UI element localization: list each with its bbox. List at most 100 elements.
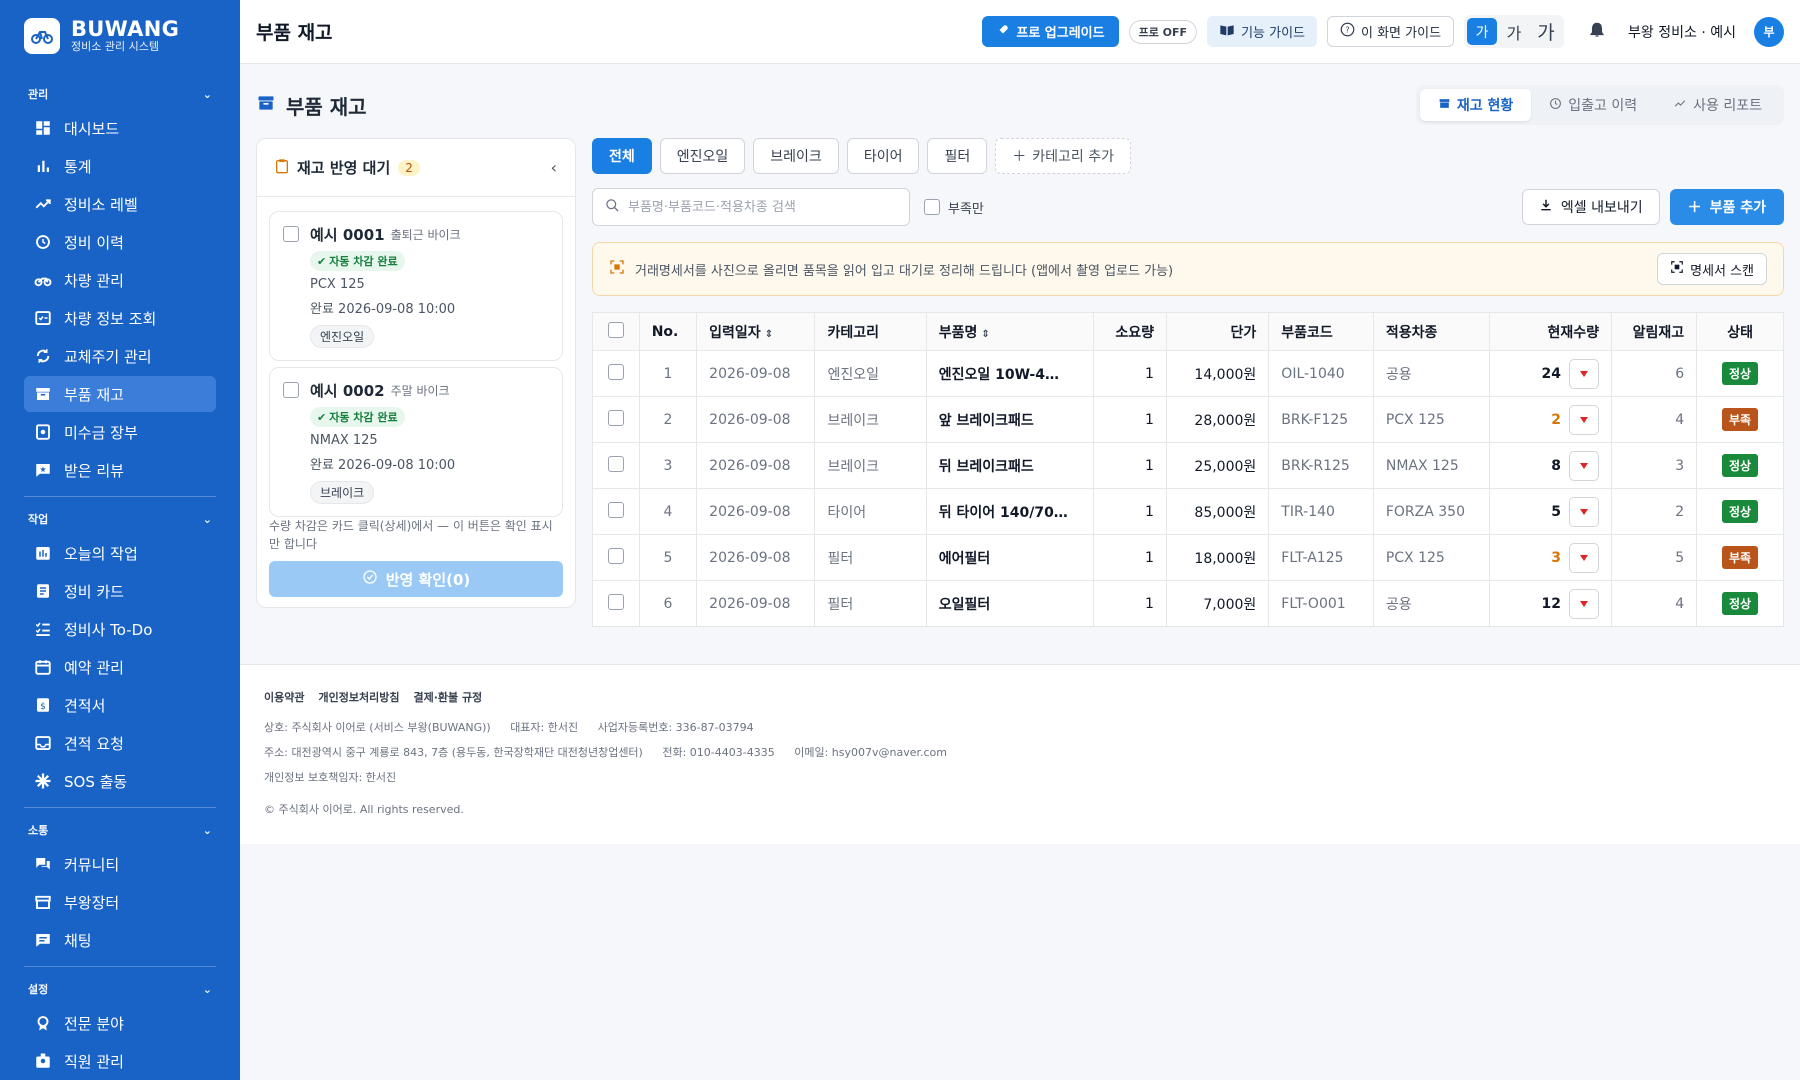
sidebar-item[interactable]: 정비사 To-Do xyxy=(24,611,216,647)
row-checkbox[interactable] xyxy=(607,409,624,426)
sidebar-item[interactable]: 교체주기 관리 xyxy=(24,338,216,374)
nav-section-header[interactable]: 설정 ⌄ xyxy=(0,975,240,1003)
sidebar-item[interactable]: 정비 이력 xyxy=(24,224,216,260)
category-tab-brake[interactable]: 브레이크 xyxy=(753,138,839,174)
feature-guide-button[interactable]: 기능 가이드 xyxy=(1207,16,1317,47)
table-row[interactable]: 4 2026-09-08 타이어 뒤 타이어 140/70… 1 85,000원 TIR-1… xyxy=(592,488,1784,535)
cell-part-name[interactable]: 에어필터 xyxy=(925,534,1094,581)
inventory-table: No. 입력일자 ⇕ 카테고리 부품명 ⇕ 소요량 단가 부품코드 적용차종 현재수… xyxy=(592,312,1784,627)
pending-card-checkbox[interactable] xyxy=(283,382,299,398)
footer-address: 주소: 대전광역시 중구 계룡로 843, 7층 (용두동, 한국장학재단 대전… xyxy=(264,746,643,759)
svg-text:?: ? xyxy=(1345,25,1349,35)
sidebar-item[interactable]: SOS 출동 xyxy=(24,763,216,799)
inventory-icon xyxy=(1438,97,1451,114)
pro-upgrade-button[interactable]: 프로 업그레이드 xyxy=(982,16,1119,47)
footer-company-info: 상호: 주식회사 이어로 (서비스 부왕(BUWANG)) 대표자: 한서진 사… xyxy=(264,719,1776,735)
sidebar-item[interactable]: 예약 관리 xyxy=(24,649,216,685)
sidebar-item[interactable]: 부왕장터 xyxy=(24,884,216,920)
sidebar-item[interactable]: $ 견적서 xyxy=(24,687,216,723)
sidebar-item[interactable]: 오늘의 작업 xyxy=(24,535,216,571)
screen-guide-button[interactable]: ? 이 화면 가이드 xyxy=(1327,16,1455,47)
scan-statement-button[interactable]: 명세서 스캔 xyxy=(1657,253,1767,285)
footer-link-privacy[interactable]: 개인정보처리방침 xyxy=(318,689,399,705)
tab-stock-status[interactable]: 재고 현황 xyxy=(1419,89,1532,121)
nav-section-header[interactable]: 소통 ⌄ xyxy=(0,816,240,844)
qty-dropdown-button[interactable] xyxy=(1569,542,1600,573)
table-row[interactable]: 5 2026-09-08 필터 에어필터 1 18,000원 FLT-A125 PCX 125… xyxy=(592,534,1784,581)
category-tab-filter[interactable]: 필터 xyxy=(927,138,988,174)
qty-dropdown-button[interactable] xyxy=(1569,588,1600,619)
select-all-checkbox[interactable] xyxy=(607,321,624,338)
nav-section-header[interactable]: 작업 ⌄ xyxy=(0,505,240,533)
sidebar-item[interactable]: 정비 카드 xyxy=(24,573,216,609)
font-size-medium[interactable]: 가 xyxy=(1499,18,1529,45)
row-checkbox[interactable] xyxy=(607,501,624,518)
sidebar-item[interactable]: 대시보드 xyxy=(24,110,216,146)
pending-card-done: 완료 2026-09-08 10:00 xyxy=(310,302,456,317)
qty-dropdown-button[interactable] xyxy=(1569,496,1600,527)
row-checkbox[interactable] xyxy=(607,363,624,380)
sidebar-item[interactable]: 통계 xyxy=(24,148,216,184)
font-size-small[interactable]: 가 xyxy=(1467,18,1498,45)
footer-link-refund[interactable]: 결제·환불 규정 xyxy=(413,689,482,705)
cell-part-name[interactable]: 뒤 타이어 140/70… xyxy=(925,488,1094,535)
row-checkbox[interactable] xyxy=(607,547,624,564)
user-name[interactable]: 부왕 정비소 · 예시 xyxy=(1628,22,1736,42)
sidebar-item[interactable]: 전문 분야 xyxy=(24,1005,216,1041)
col-date[interactable]: 입력일자 ⇕ xyxy=(696,312,816,351)
col-name[interactable]: 부품명 ⇕ xyxy=(925,312,1094,351)
sidebar-item[interactable]: 미수금 장부 xyxy=(24,414,216,450)
row-checkbox[interactable] xyxy=(607,455,624,472)
category-tab-tire[interactable]: 타이어 xyxy=(846,138,920,174)
tab-usage-report[interactable]: 사용 리포트 xyxy=(1655,89,1780,121)
sidebar-item[interactable]: 채팅 xyxy=(24,922,216,958)
cell-part-name[interactable]: 뒤 브레이크패드 xyxy=(925,442,1094,489)
table-row[interactable]: 1 2026-09-08 엔진오일 엔진오일 10W-4… 1 14,000원 OIL-10… xyxy=(592,350,1784,397)
cell-code: FLT-O001 xyxy=(1268,580,1374,627)
sidebar-item[interactable]: 커뮤니티 xyxy=(24,846,216,882)
avatar[interactable]: 부 xyxy=(1754,16,1784,47)
cell-part-name[interactable]: 엔진오일 10W-4… xyxy=(925,350,1094,397)
sidebar-item[interactable]: 차량 관리 xyxy=(24,262,216,298)
row-checkbox[interactable] xyxy=(607,593,624,610)
cell-no: 4 xyxy=(638,488,698,535)
table-row[interactable]: 3 2026-09-08 브레이크 뒤 브레이크패드 1 25,000원 BRK-R125 N… xyxy=(592,442,1784,489)
bell-icon[interactable] xyxy=(1588,20,1606,44)
add-part-button[interactable]: ＋ 부품 추가 xyxy=(1669,189,1784,225)
confirm-reflect-button[interactable]: 반영 확인(0) xyxy=(269,561,563,597)
check-circle-icon xyxy=(362,569,378,589)
cell-part-name[interactable]: 앞 브레이크패드 xyxy=(925,396,1094,443)
chevron-left-icon[interactable]: ‹ xyxy=(551,158,557,177)
sidebar-item[interactable]: 받은 리뷰 xyxy=(24,452,216,488)
sidebar-item-label: 채팅 xyxy=(64,931,92,950)
sidebar-item[interactable]: 부품 재고 xyxy=(24,376,216,412)
font-size-large[interactable]: 가 xyxy=(1531,18,1561,45)
sidebar-item[interactable]: 차량 정보 조회 xyxy=(24,300,216,336)
category-tab-all[interactable]: 전체 xyxy=(592,138,652,174)
sidebar-item[interactable]: 견적 요청 xyxy=(24,725,216,761)
tab-stock-status-label: 재고 현황 xyxy=(1456,98,1514,114)
pending-card[interactable]: 예시 0002 주말 바이크 ✔ 자동 차감 완료 NMAX 125 완료 202… xyxy=(269,367,563,517)
short-only-filter[interactable]: 부족만 xyxy=(924,198,984,217)
cell-code: TIR-140 xyxy=(1268,488,1374,535)
brand[interactable]: BUWANG 정비소 관리 시스템 xyxy=(0,0,240,72)
add-category-button[interactable]: ＋ 카테고리 추가 xyxy=(995,138,1131,174)
qty-dropdown-button[interactable] xyxy=(1569,358,1600,389)
category-tab-engine-oil[interactable]: 엔진오일 xyxy=(659,138,746,174)
short-only-checkbox[interactable] xyxy=(924,199,940,215)
qty-dropdown-button[interactable] xyxy=(1569,450,1600,481)
search-input[interactable] xyxy=(628,199,888,215)
footer-link-terms[interactable]: 이용약관 xyxy=(264,689,304,705)
pending-card-checkbox[interactable] xyxy=(283,226,299,242)
tab-io-history[interactable]: 입출고 이력 xyxy=(1531,89,1655,121)
sidebar-item[interactable]: 정비소 레벨 xyxy=(24,186,216,222)
excel-export-button[interactable]: 엑셀 내보내기 xyxy=(1521,189,1660,225)
table-row[interactable]: 2 2026-09-08 브레이크 앞 브레이크패드 1 28,000원 BRK-F125 P… xyxy=(592,396,1784,443)
table-row[interactable]: 6 2026-09-08 필터 오일필터 1 7,000원 FLT-O001 공용 12 4 정상 xyxy=(592,580,1784,627)
cell-part-name[interactable]: 오일필터 xyxy=(925,580,1094,627)
pending-card[interactable]: 예시 0001 출퇴근 바이크 ✔ 자동 차감 완료 PCX 125 완료 202… xyxy=(269,211,563,361)
nav-section-header[interactable]: 관리 ⌄ xyxy=(0,80,240,108)
sidebar-item[interactable]: 직원 관리 xyxy=(24,1043,216,1079)
qty-dropdown-button[interactable] xyxy=(1569,404,1600,435)
cell-no: 5 xyxy=(638,534,698,581)
